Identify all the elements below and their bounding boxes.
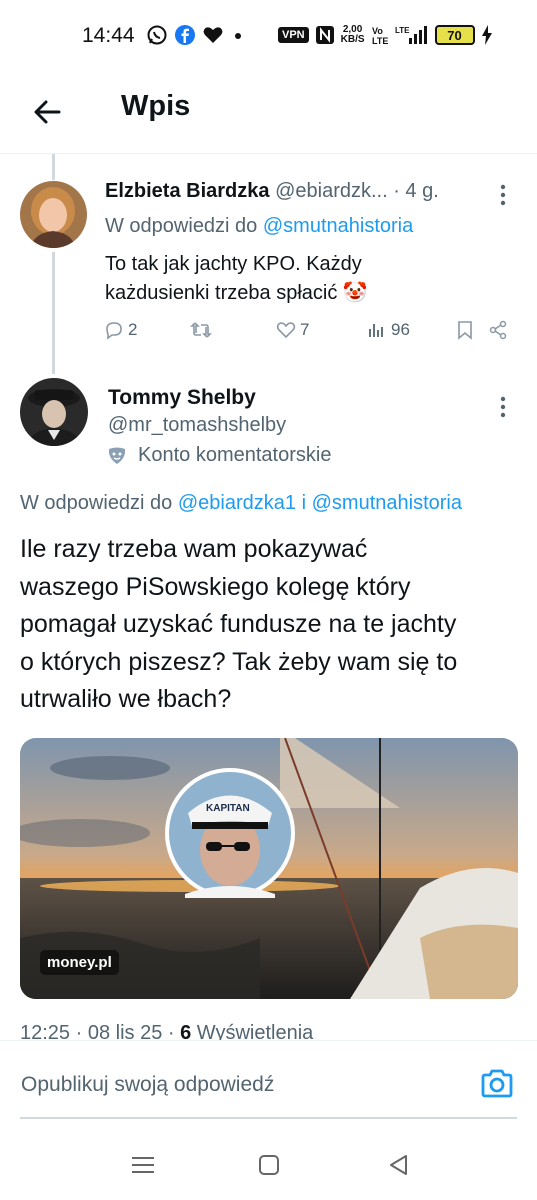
retweet-icon (190, 322, 212, 338)
svg-text:LTE: LTE (372, 36, 388, 46)
home-button[interactable] (254, 1150, 284, 1180)
theater-mask-icon (108, 447, 126, 464)
dot-icon (235, 33, 241, 39)
tweet-text-line: każdusienki trzeba spłacić 🤡 (105, 282, 368, 304)
vpn-badge: VPN (278, 27, 309, 43)
reply-icon (106, 322, 122, 340)
status-time: 14:44 (82, 24, 135, 47)
heart-outline-icon (276, 322, 296, 339)
facebook-icon (175, 25, 195, 45)
home-square-icon (259, 1155, 279, 1175)
thread-line-top (52, 154, 55, 180)
tweet-text: To tak jak jachty KPO. Każdy każdusienki… (105, 250, 505, 308)
views-button[interactable]: 96 (367, 320, 410, 340)
notification-icons (146, 24, 246, 46)
mention-link[interactable]: @ebiardzka1 (178, 492, 296, 514)
battery-indicator: 70 (434, 25, 475, 45)
tweet-actions: 2 7 96 (104, 320, 514, 348)
tweet-text-line: o których piszesz? Tak żeby wam się to (20, 647, 458, 676)
retweet-button[interactable] (190, 320, 212, 340)
share-icon (489, 320, 507, 340)
page-header: Wpis (0, 70, 537, 154)
recents-button[interactable] (128, 1150, 158, 1180)
like-count: 7 (300, 320, 310, 339)
reply-context: W odpowiedzi do @ebiardzka1 i @smutnahis… (20, 492, 462, 515)
tweet-text-line: pomagał uzyskać fundusze na te jachty (20, 610, 457, 638)
user-handle[interactable]: @ebiardzk... (275, 180, 388, 202)
avatar[interactable] (20, 378, 88, 446)
system-back-button[interactable] (384, 1150, 414, 1180)
bookmark-icon (458, 321, 472, 340)
menu-lines-icon (132, 1157, 154, 1173)
mention-link[interactable]: @smutnahistoria (312, 492, 462, 514)
user-name[interactable]: Tommy Shelby (108, 386, 256, 410)
network-speed: 2,00 KB/S (341, 25, 365, 45)
user-avatar-image (20, 378, 88, 446)
camera-button[interactable] (478, 1065, 516, 1103)
tweet-text-line: waszego PiSowskiego kolegę który (20, 572, 411, 601)
system-icons: VPN 2,00 KB/S Vo LTE LTE 70 (278, 24, 493, 46)
tweet-text: Ile razy trzeba wam pokazywać waszego Pi… (20, 531, 520, 719)
tweet-time[interactable]: · 4 g. (393, 180, 439, 202)
thread-line (52, 252, 55, 374)
user-name[interactable]: Elzbieta Biardzka (105, 180, 270, 202)
reply-count: 2 (128, 320, 138, 339)
system-nav-bar (0, 1130, 537, 1200)
bookmark-button[interactable] (456, 320, 474, 340)
reply-button[interactable]: 2 (104, 320, 137, 340)
camera-icon (481, 1069, 513, 1098)
reply-input[interactable]: Opublikuj swoją odpowiedź (21, 1073, 274, 1097)
tweet-text-line: utrwaliło we łbach? (20, 685, 232, 713)
back-arrow-icon (34, 100, 61, 124)
svg-text:LTE: LTE (395, 26, 410, 35)
svg-text:Vo: Vo (372, 26, 383, 36)
heart-icon (203, 27, 223, 43)
user-avatar-image (20, 181, 87, 248)
signal-icon: LTE (395, 26, 427, 44)
cap-label: KAPITAN (206, 803, 250, 814)
share-button[interactable] (488, 320, 508, 340)
like-button[interactable]: 7 (276, 320, 309, 340)
more-options-button[interactable] (496, 394, 510, 425)
reply-composer: Opublikuj swoją odpowiedź (0, 1040, 537, 1120)
page-title: Wpis (121, 90, 191, 122)
tweet-text-line: To tak jak jachty KPO. Każdy (105, 253, 362, 275)
back-triangle-icon (390, 1155, 407, 1175)
nfc-icon (315, 26, 334, 44)
volte-icon: VoLTE (372, 26, 388, 46)
reply-conjunction: i (301, 492, 307, 514)
speed-unit: KB/S (340, 34, 365, 45)
tweet-text-line: Ile razy trzeba wam pokazywać (20, 535, 368, 563)
more-options-button[interactable] (496, 182, 510, 213)
avatar[interactable] (20, 181, 87, 248)
status-bar: 14:44 VPN 2,00 KB/S Vo LTE LTE 70 (0, 0, 537, 70)
mention-link[interactable]: @smutnahistoria (263, 215, 413, 237)
charging-icon (481, 25, 492, 45)
user-handle[interactable]: @mr_tomashshelby (108, 414, 286, 437)
tweet-header: Elzbieta Biardzka @ebiardzk... · 4 g. (105, 180, 495, 203)
media-source-label: money.pl (40, 950, 119, 975)
reply-prefix: W odpowiedzi do (20, 492, 173, 514)
whatsapp-icon (147, 25, 167, 45)
input-underline (20, 1117, 517, 1119)
more-vertical-icon (500, 396, 506, 418)
more-vertical-icon (500, 184, 506, 206)
back-button[interactable] (28, 92, 68, 132)
account-badge: Konto komentatorskie (106, 444, 331, 467)
reply-prefix: W odpowiedzi do (105, 215, 258, 237)
analytics-icon (369, 324, 383, 337)
view-count: 96 (391, 320, 410, 339)
reply-context: W odpowiedzi do @smutnahistoria (105, 215, 413, 238)
badge-label: Konto komentatorskie (138, 444, 332, 466)
